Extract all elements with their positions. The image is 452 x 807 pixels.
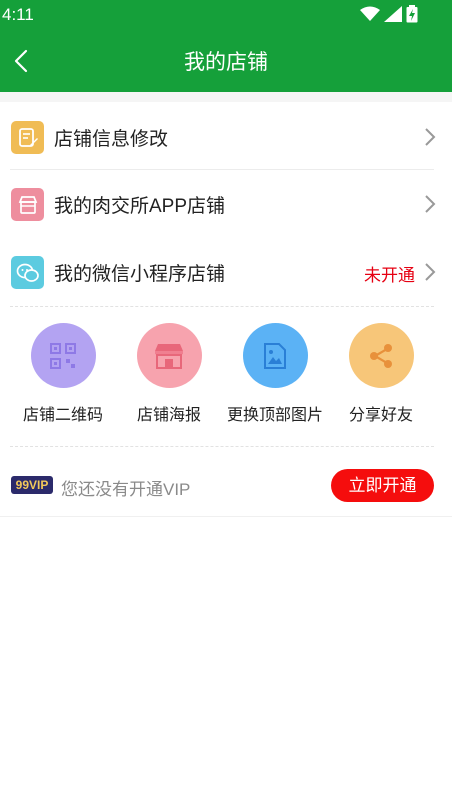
- divider: [0, 516, 452, 517]
- tool-shop-poster[interactable]: 店铺海报: [116, 323, 222, 425]
- tool-change-banner[interactable]: 更换顶部图片: [222, 323, 328, 425]
- tool-share-friends[interactable]: 分享好友: [328, 323, 434, 425]
- share-icon: [348, 323, 414, 388]
- chevron-right-icon: [425, 263, 436, 281]
- menu-item-app-shop[interactable]: 我的肉交所APP店铺: [0, 170, 452, 236]
- storefront-icon: [136, 323, 202, 388]
- battery-icon: [406, 5, 418, 23]
- status-icons: [360, 5, 418, 23]
- image-icon: [242, 323, 308, 388]
- tool-shop-qrcode[interactable]: 店铺二维码: [10, 323, 116, 425]
- activate-vip-button[interactable]: 立即开通: [331, 469, 434, 502]
- chevron-right-icon: [425, 128, 436, 146]
- tool-grid: 店铺二维码 店铺海报 更换顶部图片 分享好友: [0, 323, 452, 425]
- vip-row: 99VIP 您还没有开通VIP 立即开通: [0, 459, 452, 515]
- qrcode-icon: [30, 323, 96, 388]
- tool-label: 分享好友: [348, 407, 413, 424]
- vip-badge: 99VIP: [11, 476, 53, 494]
- tool-label: 店铺海报: [136, 407, 201, 424]
- vip-status-text: 您还没有开通VIP: [61, 480, 191, 499]
- tool-label: 店铺二维码: [22, 407, 103, 424]
- edit-document-icon: [11, 121, 44, 154]
- app-bar: 我的店铺: [0, 30, 452, 92]
- section-gap: [0, 92, 452, 102]
- signal-icon: [384, 6, 402, 22]
- status-bar: 4:11: [0, 0, 452, 30]
- menu-item-label: 店铺信息修改: [54, 129, 169, 150]
- chevron-right-icon: [425, 195, 436, 213]
- menu-item-edit-shop-info[interactable]: 店铺信息修改: [0, 103, 452, 169]
- dashed-divider: [10, 446, 434, 447]
- menu-item-label: 我的肉交所APP店铺: [54, 196, 226, 217]
- dashed-divider: [10, 306, 434, 307]
- status-time: 4:11: [2, 5, 34, 24]
- wechat-icon: [11, 256, 44, 289]
- page-title: 我的店铺: [184, 51, 268, 74]
- menu-item-wechat-mini-shop[interactable]: 我的微信小程序店铺 未开通: [0, 238, 452, 304]
- status-badge: 未开通: [364, 266, 415, 285]
- wifi-icon: [360, 6, 380, 21]
- tool-label: 更换顶部图片: [226, 407, 323, 424]
- store-icon: [11, 188, 44, 221]
- menu-item-label: 我的微信小程序店铺: [54, 264, 226, 285]
